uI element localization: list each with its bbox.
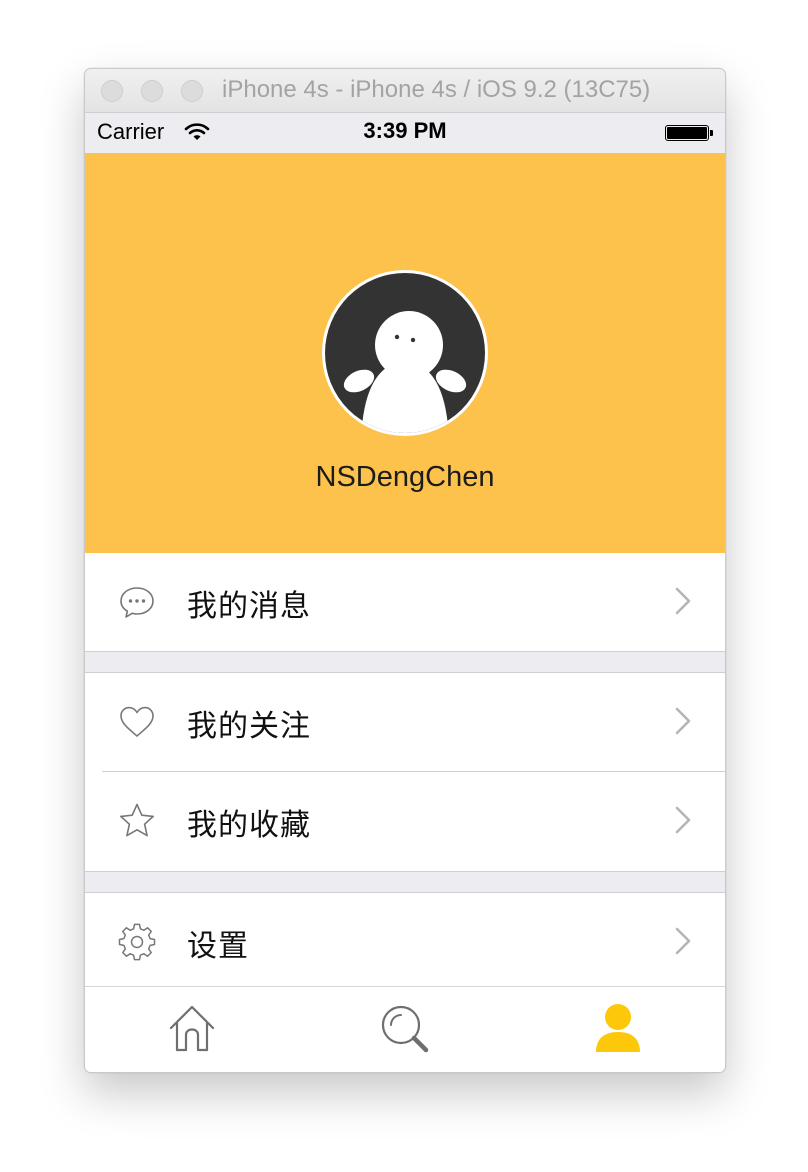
search-icon xyxy=(381,1005,429,1053)
status-bar: Carrier 3:39 PM xyxy=(85,113,725,153)
menu-row-messages[interactable]: 我的消息 xyxy=(85,553,725,651)
home-icon xyxy=(169,1005,215,1052)
chat-bubble-icon xyxy=(120,587,154,618)
tab-bar xyxy=(85,986,725,1072)
minimize-window-button[interactable] xyxy=(141,80,163,102)
profile-icon xyxy=(596,1004,640,1052)
menu-label-settings: 设置 xyxy=(187,929,249,964)
window-title: iPhone 4s - iPhone 4s / iOS 9.2 (13C75) xyxy=(222,76,651,103)
title-bar: iPhone 4s - iPhone 4s / iOS 9.2 (13C75) xyxy=(85,69,725,113)
star-icon xyxy=(120,803,154,837)
gear-icon xyxy=(118,923,156,961)
chevron-right-icon xyxy=(675,587,691,615)
menu-label-follows: 我的关注 xyxy=(187,709,311,744)
chevron-right-icon xyxy=(675,806,691,834)
tab-home[interactable] xyxy=(85,987,298,1072)
avatar[interactable] xyxy=(322,270,488,436)
simulator-window: iPhone 4s - iPhone 4s / iOS 9.2 (13C75) … xyxy=(84,68,726,1073)
zoom-window-button[interactable] xyxy=(181,80,203,102)
menu-row-favorites[interactable]: 我的收藏 xyxy=(85,772,725,870)
menu-label-favorites: 我的收藏 xyxy=(187,808,311,843)
chevron-right-icon xyxy=(675,707,691,735)
heart-icon xyxy=(120,706,154,737)
menu-label-messages: 我的消息 xyxy=(187,589,311,624)
tab-profile[interactable] xyxy=(511,987,724,1072)
group-separator xyxy=(85,652,725,672)
battery-icon xyxy=(665,125,713,141)
close-window-button[interactable] xyxy=(101,80,123,102)
avatar-image xyxy=(325,273,485,433)
status-time: 3:39 PM xyxy=(363,118,447,143)
profile-header: NSDengChen xyxy=(85,153,725,553)
menu-row-follows[interactable]: 我的关注 xyxy=(85,673,725,771)
group-separator xyxy=(85,872,725,892)
tab-search[interactable] xyxy=(298,987,511,1072)
menu-row-settings[interactable]: 设置 xyxy=(85,893,725,986)
chevron-right-icon xyxy=(675,927,691,955)
username: NSDengChen xyxy=(315,461,495,493)
